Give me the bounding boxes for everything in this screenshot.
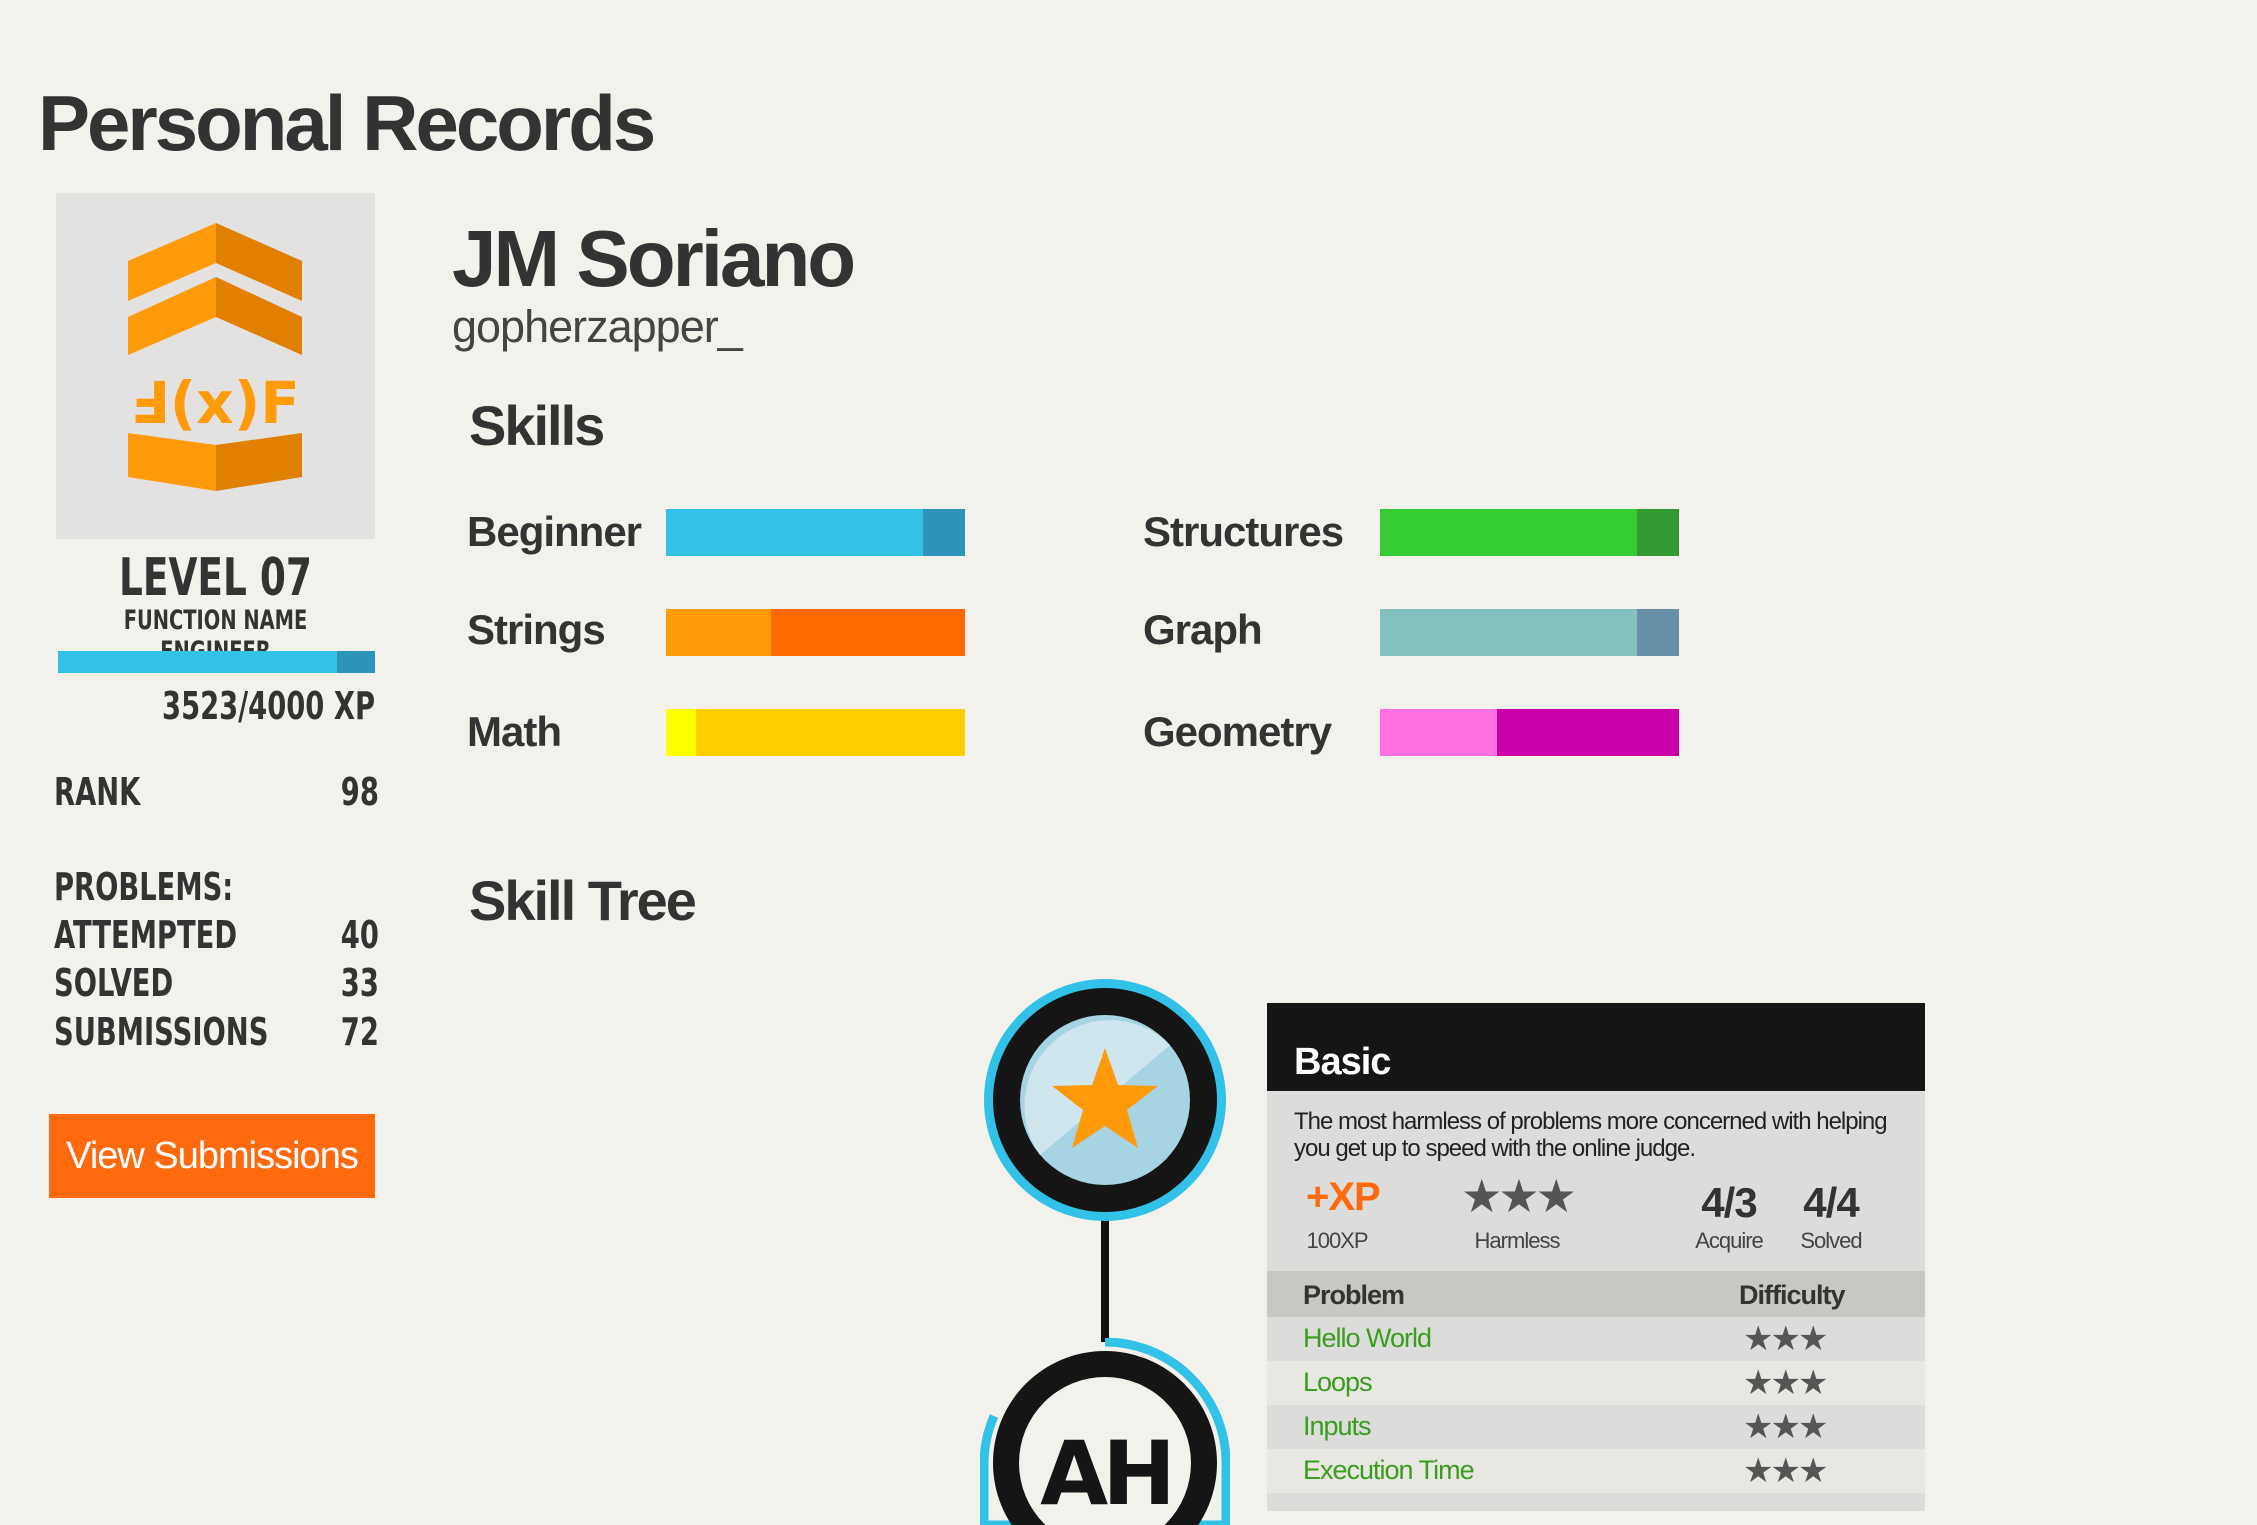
skill-bar-fill: [666, 609, 771, 656]
skill-label-strings: Strings: [467, 606, 606, 653]
skill-bar-fill: [1380, 709, 1497, 756]
skill-tree-title: Skill Tree: [469, 869, 697, 932]
skill-label-geometry: Geometry: [1143, 708, 1332, 755]
problem-name[interactable]: Inputs: [1303, 1411, 1372, 1442]
skill-bar-fill: [1380, 609, 1638, 656]
view-submissions-button[interactable]: View Submissions: [49, 1114, 375, 1198]
skill-bar-remainder: [923, 509, 965, 556]
skill-label-structures: Structures: [1143, 508, 1344, 555]
acquire-label: Acquire: [1695, 1228, 1764, 1253]
skill-node-ah[interactable]: AH: [980, 1338, 1230, 1525]
problems-heading-row: PROBLEMS:: [54, 865, 379, 909]
solved-row: SOLVED 33: [54, 961, 379, 1005]
table-row[interactable]: Inputs ★★★: [1267, 1405, 1925, 1449]
xp-progress-fill: [58, 651, 338, 673]
table-row[interactable]: Execution Time ★★★: [1267, 1449, 1925, 1493]
skill-info-card: Basic The most harmless of problems more…: [1267, 1003, 1925, 1511]
problem-difficulty-stars: ★★★: [1743, 1364, 1828, 1402]
skill-bar-fill: [666, 509, 924, 556]
skill-label-graph: Graph: [1143, 606, 1263, 653]
skill-node-ah-label: AH: [1040, 1422, 1170, 1525]
xp-progress-bar: [58, 651, 375, 673]
problem-difficulty-stars: ★★★: [1743, 1452, 1828, 1490]
rank-badge: Ⅎ(x)F: [56, 193, 375, 539]
card-description: The most harmless of problems more conce…: [1294, 1108, 1888, 1162]
card-xp-value: 100XP: [1306, 1228, 1368, 1253]
skill-bar-remainder: [1637, 509, 1679, 556]
problem-name[interactable]: Hello World: [1303, 1323, 1432, 1354]
solved-count-label: Solved: [1800, 1228, 1862, 1253]
xp-text: 3523/4000 XP: [162, 684, 375, 728]
skill-bar-fill: [666, 709, 696, 756]
problem-name[interactable]: Loops: [1303, 1367, 1373, 1398]
difficulty-stars: ★★★: [1461, 1170, 1577, 1222]
skill-bar-beginner: [666, 509, 965, 556]
page-title: Personal Records: [38, 79, 656, 167]
submissions-label: SUBMISSIONS: [54, 1010, 269, 1054]
skill-tree-connector: [1101, 1216, 1109, 1356]
rank-row: RANK 98: [54, 770, 379, 814]
user-handle: gopherzapper_: [452, 301, 743, 352]
skill-bar-fill: [1380, 509, 1638, 556]
rank-value: 98: [340, 770, 379, 814]
acquire-value: 4/3: [1701, 1179, 1757, 1226]
rank-label: RANK: [54, 770, 141, 814]
user-name: JM Soriano: [452, 214, 856, 303]
solved-count-value: 4/4: [1803, 1179, 1859, 1226]
skill-bar-structures: [1380, 509, 1679, 556]
xp-icon: +XP: [1306, 1175, 1381, 1219]
solved-label: SOLVED: [54, 961, 174, 1005]
skill-bar-geometry: [1380, 709, 1679, 756]
problem-name[interactable]: Execution Time: [1303, 1455, 1475, 1486]
table-row[interactable]: Loops ★★★: [1267, 1361, 1925, 1405]
problem-difficulty-stars: ★★★: [1743, 1408, 1828, 1446]
attempted-row: ATTEMPTED 40: [54, 913, 379, 957]
skill-bar-remainder: [695, 709, 965, 756]
skill-bar-remainder: [1637, 609, 1679, 656]
column-problem: Problem: [1303, 1280, 1405, 1310]
skill-bar-remainder: [1496, 709, 1679, 756]
problem-difficulty-stars: ★★★: [1743, 1320, 1828, 1358]
skill-bar-graph: [1380, 609, 1679, 656]
attempted-label: ATTEMPTED: [54, 913, 238, 957]
difficulty-label: Harmless: [1474, 1228, 1561, 1253]
level-label: LEVEL 07: [119, 548, 312, 608]
skill-label-beginner: Beginner: [467, 508, 642, 555]
skills-title: Skills: [469, 394, 605, 457]
submissions-value: 72: [340, 1010, 379, 1054]
problems-label: PROBLEMS:: [54, 865, 234, 909]
attempted-value: 40: [340, 913, 379, 957]
skill-label-math: Math: [467, 708, 562, 755]
table-row[interactable]: Hello World ★★★: [1267, 1317, 1925, 1361]
skill-bar-strings: [666, 609, 965, 656]
skill-bar-remainder: [770, 609, 965, 656]
column-difficulty: Difficulty: [1739, 1280, 1846, 1310]
skill-node-basic[interactable]: [980, 975, 1230, 1225]
problem-table-header: Problem Difficulty: [1267, 1271, 1925, 1317]
card-title: Basic: [1294, 1041, 1391, 1083]
svg-text:Ⅎ(x)F: Ⅎ(x)F: [130, 369, 300, 437]
skill-bar-math: [666, 709, 965, 756]
submissions-row: SUBMISSIONS 72: [54, 1010, 379, 1054]
chevron-rank-badge-icon: Ⅎ(x)F: [128, 223, 302, 491]
solved-value: 33: [340, 961, 379, 1005]
